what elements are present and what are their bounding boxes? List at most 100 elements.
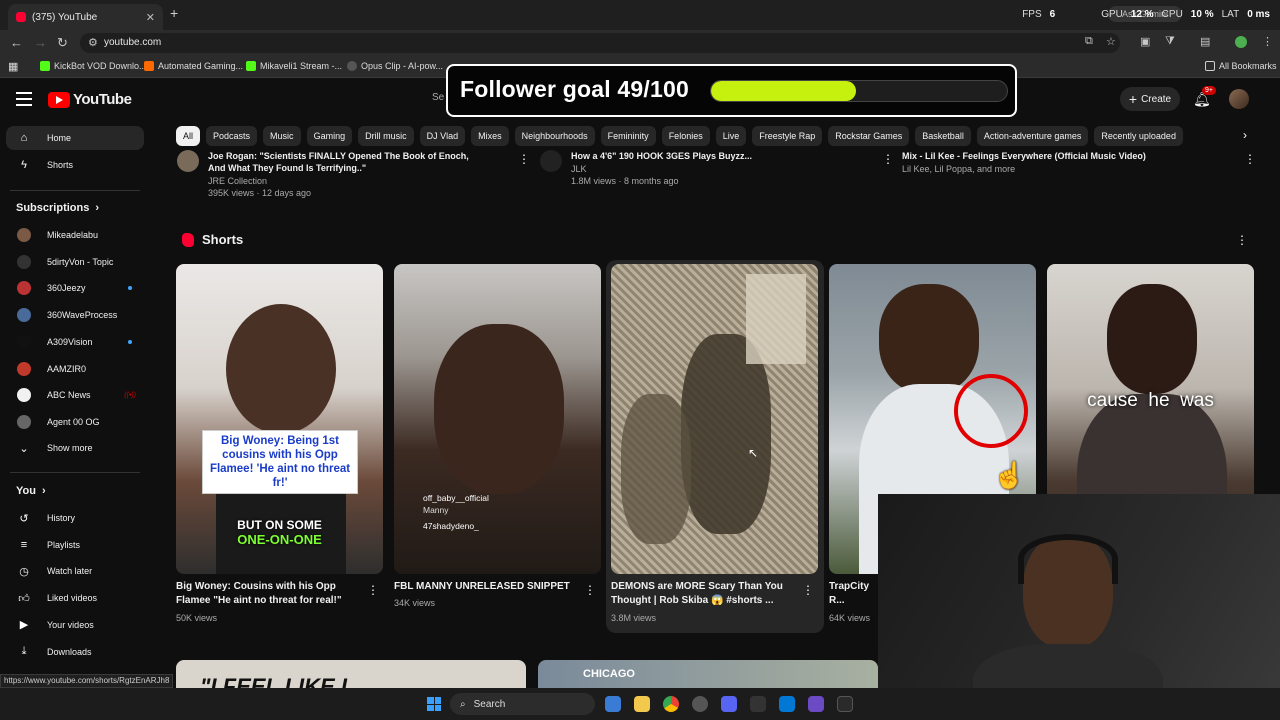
sidebar-item-history[interactable]: ↺ History [0,506,150,530]
sidebar-subscription[interactable]: 360Jeezy [0,276,150,300]
you-heading[interactable]: You › [16,485,46,497]
video-card-jre[interactable]: Joe Rogan: "Scientists FINALLY Opened Th… [208,150,518,198]
bookmark-4[interactable]: Opus Clip - AI-pow... [347,61,443,71]
bookmark-star-icon[interactable]: ☆ [1106,35,1116,48]
sidebar-subscription[interactable]: AAMZIR0 [0,357,150,381]
more-options-icon[interactable]: ⋮ [802,583,814,597]
chip-freestyle-rap[interactable]: Freestyle Rap [752,126,823,146]
chip-dj-vlad[interactable]: DJ Vlad [419,126,466,146]
editor-icon[interactable] [808,696,824,712]
short-title[interactable]: Big Woney: Cousins with his Opp Flamee "… [176,580,361,608]
chevron-right-icon[interactable]: › [1243,128,1247,142]
profile-icon[interactable] [1235,36,1247,48]
chip-felonies[interactable]: Felonies [661,126,710,146]
more-options-icon[interactable]: ⋮ [584,583,596,597]
bookmark-2[interactable]: Automated Gaming... [144,61,243,71]
discord-icon[interactable] [721,696,737,712]
avatar[interactable] [1229,89,1249,109]
chip-podcasts[interactable]: Podcasts [206,126,258,146]
video-thumbnail-peek[interactable]: CHICAGO [538,660,878,688]
short-thumbnail[interactable]: Big Woney: Being 1st cousins with his Op… [176,264,383,574]
hamburger-menu-icon[interactable] [16,92,32,106]
chip-live[interactable]: Live [715,126,747,146]
chrome-icon[interactable] [663,696,679,712]
search-input[interactable]: Se [432,92,444,103]
more-options-icon[interactable]: ⋮ [1236,233,1248,247]
tiktok-icon[interactable] [750,696,766,712]
menu-icon[interactable]: ⋮ [1262,35,1273,48]
show-more-button[interactable]: ⌄ Show more [0,436,150,460]
short-thumbnail[interactable]: off_baby__official Manny 47shadydeno_ [394,264,601,574]
sidebar-subscription[interactable]: Mikeadelabu [0,223,150,247]
more-options-icon[interactable]: ⋮ [882,152,894,166]
channel-avatar[interactable] [177,150,199,172]
kick-icon [40,61,50,71]
engraving-figure [621,394,691,544]
obs-icon[interactable] [692,696,708,712]
close-tab-icon[interactable]: ✕ [146,11,155,24]
outlook-icon[interactable] [779,696,795,712]
reload-icon[interactable]: ↻ [57,35,68,51]
chip-drill-music[interactable]: Drill music [358,126,414,146]
url-text[interactable]: youtube.com [104,37,161,48]
file-explorer-icon[interactable] [634,696,650,712]
sidebar-item-home[interactable]: ⌂ Home [6,126,144,150]
short-thumbnail[interactable] [611,264,818,574]
apps-icon[interactable]: ▦ [8,60,18,73]
sidebar-item-watch-later[interactable]: ◷ Watch later [0,559,150,583]
short-title[interactable]: TrapCity R... Jumped W... [829,580,879,608]
home-icon: ⌂ [20,132,28,144]
sidebar-item-shorts[interactable]: ϟ Shorts [0,153,150,177]
sidebar-item-playlists[interactable]: ≡ Playlists [0,533,150,557]
sidebar-subscription[interactable]: ABC News ((•)) [0,383,150,407]
video-card-mix[interactable]: Mix - Lil Kee - Feelings Everywhere (Off… [902,150,1232,174]
sidepanel-icon[interactable]: ▤ [1200,35,1210,48]
sidebar-item-your-videos[interactable]: ▶ Your videos [0,613,150,637]
puzzle-icon[interactable]: ⧩ [1165,35,1175,48]
extension-icon[interactable]: ▣ [1140,35,1150,48]
back-icon[interactable]: ← [10,35,23,50]
forward-icon[interactable]: → [34,35,47,50]
app-icon[interactable] [837,696,853,712]
sidebar-item-liked-videos[interactable]: 👍︎ Liked videos [0,586,150,610]
more-options-icon[interactable]: ⋮ [1244,152,1256,166]
chip-mixes[interactable]: Mixes [471,126,509,146]
chip-action-adventure-games[interactable]: Action-adventure games [976,126,1089,146]
youtube-logo[interactable]: YouTube [48,91,132,108]
bookmark-1[interactable]: KickBot VOD Downlo... [40,61,147,71]
chip-basketball[interactable]: Basketball [915,126,971,146]
install-icon[interactable]: ⧉ [1085,35,1093,48]
site-info-icon[interactable]: ⚙ [88,36,98,49]
sidebar-subscription[interactable]: Agent 00 OG [0,410,150,434]
short-title[interactable]: FBL MANNY UNRELEASED SNIPPET [394,580,579,594]
create-button[interactable]: + Create [1120,87,1180,111]
bookmark-3[interactable]: Mikaveli1 Stream -... [246,61,342,71]
chip-neighbourhoods[interactable]: Neighbourhoods [514,126,595,146]
chip-gaming[interactable]: Gaming [306,126,353,146]
chip-rockstar-games[interactable]: Rockstar Games [828,126,910,146]
sidebar-subscription[interactable]: 5dirtyVon - Topic [0,250,150,274]
new-tab-button[interactable]: + [170,5,178,21]
sidebar-item-downloads[interactable]: ⤓ Downloads [0,640,150,664]
taskbar-search[interactable]: ⌕ Search [450,693,595,715]
headphones-icon [1018,534,1118,584]
omnibox[interactable] [80,33,1120,53]
all-bookmarks[interactable]: All Bookmarks [1205,61,1277,71]
sidebar-subscription[interactable]: A309Vision [0,330,150,354]
youtube-play-icon [48,91,70,108]
chip-recently-uploaded[interactable]: Recently uploaded [1094,126,1183,146]
chip-music[interactable]: Music [263,126,301,146]
chip-all[interactable]: All [176,126,201,146]
video-thumbnail-peek[interactable]: "I FEEL LIKE I [176,660,526,688]
windows-start-icon[interactable] [427,697,441,711]
steam-icon[interactable] [605,696,621,712]
subscriptions-heading[interactable]: Subscriptions › [16,202,99,214]
channel-avatar[interactable] [540,150,562,172]
short-title[interactable]: DEMONS are MORE Scary Than You Thought |… [611,580,801,608]
sidebar-subscription[interactable]: 360WaveProcess [0,303,150,327]
browser-tab[interactable]: (375) YouTube ✕ [8,4,163,30]
video-card-jlk[interactable]: How a 4'6" 190 HOOK 3GES Plays Buyzz... … [571,150,871,186]
more-options-icon[interactable]: ⋮ [367,583,379,597]
chip-femininity[interactable]: Femininity [600,126,656,146]
more-options-icon[interactable]: ⋮ [518,152,530,166]
